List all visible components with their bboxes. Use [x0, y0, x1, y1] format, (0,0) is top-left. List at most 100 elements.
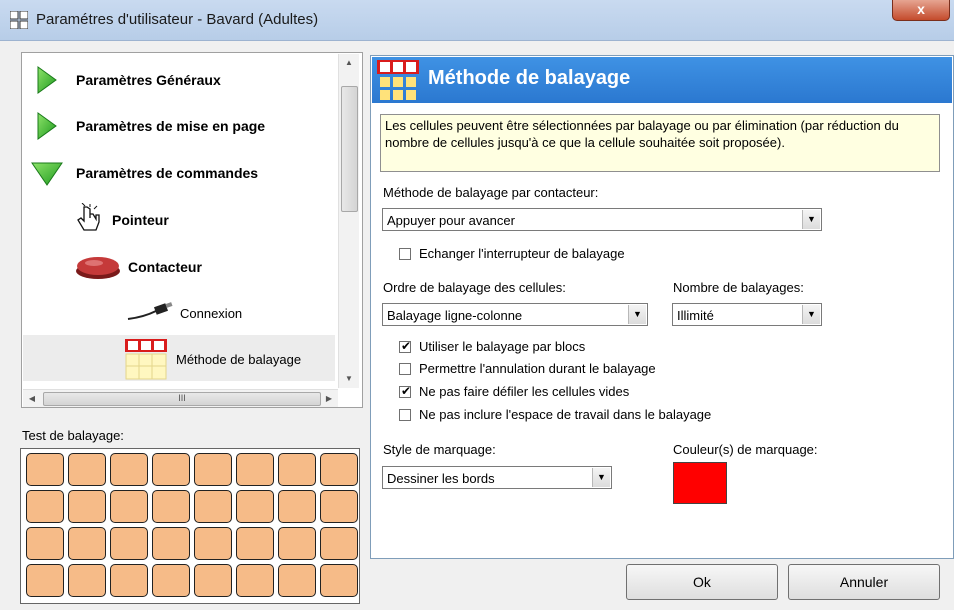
- scan-test-cell: [278, 564, 316, 597]
- chevron-down-icon[interactable]: ▼: [592, 468, 610, 487]
- scan-test-label: Test de balayage:: [22, 428, 124, 443]
- scan-test-grid: [20, 448, 360, 604]
- option-label: Permettre l'annulation durant le balayag…: [419, 361, 656, 376]
- scan-test-cell: [320, 527, 358, 560]
- scan-test-cell: [194, 527, 232, 560]
- tree-item-switch[interactable]: Contacteur: [74, 253, 202, 281]
- scan-test-cell: [278, 490, 316, 523]
- swap-switch-label: Echanger l'interrupteur de balayage: [419, 246, 625, 261]
- tree-item-label: Paramètres Généraux: [76, 72, 221, 88]
- switch-button-icon: [76, 257, 120, 279]
- option-label: Ne pas inclure l'espace de travail dans …: [419, 407, 712, 422]
- option-exclude-workspace-checkbox[interactable]: Ne pas inclure l'espace de travail dans …: [399, 407, 711, 422]
- scan-test-cell: [26, 527, 64, 560]
- checkmark-icon: ✔: [401, 338, 412, 353]
- chevron-down-icon[interactable]: ▼: [802, 210, 820, 229]
- scan-test-cell: [278, 453, 316, 486]
- scan-test-cell: [26, 453, 64, 486]
- scan-test-cell: [152, 453, 190, 486]
- tree-item-label: Méthode de balayage: [176, 351, 302, 367]
- scan-test-cell: [320, 490, 358, 523]
- cancel-button[interactable]: Annuler: [788, 564, 940, 600]
- checkbox-box[interactable]: ✔: [399, 383, 412, 398]
- scroll-left-arrow-icon[interactable]: ◀: [23, 390, 41, 407]
- checkbox-box[interactable]: ✔: [399, 338, 412, 353]
- panel-title: Méthode de balayage: [428, 67, 631, 89]
- scan-count-label: Nombre de balayages:: [673, 280, 804, 295]
- option-block-scan-checkbox[interactable]: ✔ Utiliser le balayage par blocs: [399, 339, 585, 354]
- scan-test-cell: [152, 564, 190, 597]
- tree-item-general[interactable]: Paramètres Généraux: [36, 65, 221, 95]
- option-skip-empty-checkbox[interactable]: ✔ Ne pas faire défiler les cellules vide…: [399, 384, 629, 399]
- scroll-right-arrow-icon[interactable]: ▶: [320, 390, 338, 407]
- scroll-up-arrow-icon[interactable]: ▲: [339, 54, 359, 72]
- tree-item-layout[interactable]: Paramètres de mise en page: [36, 111, 265, 141]
- scan-test-cell: [68, 453, 106, 486]
- option-allow-cancel-checkbox[interactable]: Permettre l'annulation durant le balayag…: [399, 361, 656, 376]
- scan-test-cell: [110, 564, 148, 597]
- tree-item-connection[interactable]: Connexion: [126, 301, 242, 325]
- scan-order-label: Ordre de balayage des cellules:: [383, 280, 566, 295]
- scan-test-cell: [68, 490, 106, 523]
- marking-color-swatch[interactable]: [673, 462, 727, 504]
- tree-item-pointer[interactable]: Pointeur: [74, 203, 169, 237]
- scan-method-label: Méthode de balayage par contacteur:: [383, 185, 599, 200]
- swap-switch-checkbox[interactable]: Echanger l'interrupteur de balayage: [399, 246, 625, 261]
- scan-test-cell: [152, 490, 190, 523]
- tree-item-scan-method[interactable]: Méthode de balayage: [124, 338, 301, 380]
- scroll-thumb[interactable]: [341, 86, 358, 212]
- option-label: Utiliser le balayage par blocs: [419, 339, 586, 354]
- checkmark-icon: ✔: [401, 383, 412, 398]
- play-icon: [37, 112, 57, 140]
- scan-method-panel: Méthode de balayage Les cellules peuvent…: [370, 55, 954, 559]
- scan-test-cell: [110, 527, 148, 560]
- tree-item-label: Paramètres de mise en page: [76, 118, 266, 134]
- chevron-down-icon[interactable]: ▼: [628, 305, 646, 324]
- scan-test-cell: [278, 527, 316, 560]
- marking-style-value: Dessiner les bords: [387, 471, 495, 486]
- tree-horizontal-scrollbar[interactable]: ◀ III ▶: [23, 389, 338, 407]
- tree-item-commands[interactable]: Paramètres de commandes: [30, 159, 258, 187]
- title-bar: Paramétres d'utilisateur - Bavard (Adult…: [0, 0, 954, 41]
- app-grid-icon: [10, 11, 28, 29]
- scan-test-cell: [236, 564, 274, 597]
- tree-item-label: Paramètres de commandes: [76, 165, 259, 181]
- scan-test-cell: [68, 564, 106, 597]
- tree-item-label: Pointeur: [112, 212, 169, 228]
- marking-color-label: Couleur(s) de marquage:: [673, 442, 818, 457]
- scan-order-select[interactable]: Balayage ligne-colonne ▼: [382, 303, 648, 326]
- scan-test-cell: [152, 527, 190, 560]
- scan-test-cell: [236, 453, 274, 486]
- scan-order-value: Balayage ligne-colonne: [387, 308, 523, 323]
- tree-item-label: Connexion: [180, 305, 243, 321]
- tree-vertical-scrollbar[interactable]: ▲ ▼: [338, 54, 359, 388]
- chevron-down-icon[interactable]: ▼: [802, 305, 820, 324]
- scan-test-cell: [194, 453, 232, 486]
- scan-test-cell: [26, 490, 64, 523]
- checkbox-box[interactable]: [399, 408, 411, 421]
- scan-test-cell: [110, 490, 148, 523]
- scan-test-cell: [110, 453, 148, 486]
- scan-test-cell: [236, 490, 274, 523]
- scan-test-cell: [68, 527, 106, 560]
- scan-test-cell: [26, 564, 64, 597]
- scan-grid-icon: [125, 339, 167, 380]
- scan-method-select[interactable]: Appuyer pour avancer ▼: [382, 208, 822, 231]
- scan-method-value: Appuyer pour avancer: [387, 213, 515, 228]
- cable-plug-icon: [127, 302, 173, 320]
- checkbox-box[interactable]: [399, 362, 411, 375]
- checkbox-box[interactable]: [399, 247, 411, 260]
- scan-count-select[interactable]: Illimité ▼: [672, 303, 822, 326]
- window-title: Paramétres d'utilisateur - Bavard (Adult…: [36, 11, 319, 28]
- close-button[interactable]: x: [892, 0, 950, 21]
- scan-test-cell: [236, 527, 274, 560]
- scan-grid-icon: [377, 60, 419, 100]
- scan-test-cell: [320, 564, 358, 597]
- marking-style-select[interactable]: Dessiner les bords ▼: [382, 466, 612, 489]
- hand-pointer-icon: [77, 203, 100, 231]
- scan-count-value: Illimité: [677, 308, 714, 323]
- scroll-down-arrow-icon[interactable]: ▼: [339, 370, 359, 388]
- ok-button[interactable]: Ok: [626, 564, 778, 600]
- panel-header: Méthode de balayage: [372, 57, 952, 103]
- scroll-thumb[interactable]: III: [43, 392, 321, 406]
